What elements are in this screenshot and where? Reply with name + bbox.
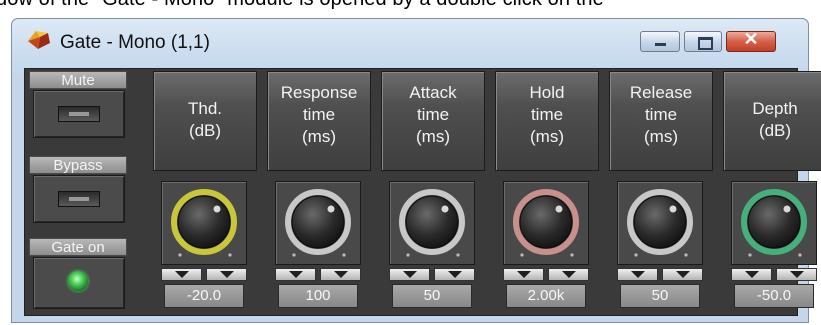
triangle-down-icon — [175, 271, 189, 278]
gate-on-label: Gate on — [29, 238, 127, 256]
maximize-icon — [698, 37, 713, 50]
step-arrows — [617, 268, 703, 281]
title-bar[interactable]: Gate - Mono (1,1) ✕ — [12, 19, 808, 69]
rotary-knob-icon — [399, 189, 465, 257]
value-field-response[interactable]: 100 — [278, 284, 358, 308]
header-line: Attack — [409, 83, 457, 102]
increment-button-hold[interactable] — [548, 268, 589, 281]
channel-thd: Thd. (dB) -20.0 — [151, 71, 259, 315]
close-button[interactable]: ✕ — [726, 29, 776, 52]
document-caption: dow of the "Gate - Mono" module is opene… — [0, 0, 604, 11]
header-line: (ms) — [530, 127, 564, 146]
header-line: time — [416, 105, 450, 124]
header-line: Release — [629, 83, 693, 102]
rotary-knob-icon — [513, 189, 579, 257]
decrement-button-attack[interactable] — [389, 268, 430, 281]
rotary-knob-icon — [627, 189, 693, 257]
triangle-down-icon — [517, 271, 531, 278]
rotary-knob-icon — [171, 189, 237, 257]
channel-header-thd: Thd. (dB) — [153, 71, 257, 171]
decrement-button-response[interactable] — [275, 268, 316, 281]
close-icon: ✕ — [743, 29, 759, 49]
header-line: Hold — [529, 83, 565, 102]
app-logo-icon — [28, 31, 50, 49]
header-line: Thd. — [187, 99, 223, 118]
mute-label: Mute — [29, 71, 127, 89]
channel-header-hold: Hold time (ms) — [495, 71, 599, 171]
header-line: time — [530, 105, 564, 124]
step-arrows — [275, 268, 361, 281]
channel-header-attack: Attack time (ms) — [381, 71, 485, 171]
header-line: time — [302, 105, 336, 124]
header-line: (ms) — [416, 127, 450, 146]
knob-depth[interactable] — [731, 181, 817, 265]
value-field-depth[interactable]: -50.0 — [734, 284, 814, 308]
triangle-down-icon — [334, 271, 348, 278]
increment-button-thd[interactable] — [206, 268, 247, 281]
mute-switch-icon — [58, 106, 100, 122]
header-line: (ms) — [302, 127, 336, 146]
decrement-button-release[interactable] — [617, 268, 658, 281]
header-line: (ms) — [644, 127, 678, 146]
triangle-down-icon — [289, 271, 303, 278]
decrement-button-depth[interactable] — [731, 268, 772, 281]
header-line: Depth — [752, 99, 798, 118]
channel-attack: Attack time (ms) 50 — [379, 71, 487, 315]
triangle-down-icon — [220, 271, 234, 278]
step-arrows — [503, 268, 589, 281]
triangle-down-icon — [403, 271, 417, 278]
step-arrows — [731, 268, 817, 281]
value-field-attack[interactable]: 50 — [392, 284, 472, 308]
header-line: (dB) — [758, 121, 792, 140]
header-line: (dB) — [188, 121, 222, 140]
minimize-icon — [655, 43, 666, 46]
decrement-button-hold[interactable] — [503, 268, 544, 281]
knob-attack[interactable] — [389, 181, 475, 265]
knob-hold[interactable] — [503, 181, 589, 265]
header-line: Response — [280, 83, 358, 102]
increment-button-response[interactable] — [320, 268, 361, 281]
bypass-label: Bypass — [29, 156, 127, 174]
value-field-thd[interactable]: -20.0 — [164, 284, 244, 308]
step-arrows — [161, 268, 247, 281]
maximize-button[interactable] — [684, 31, 722, 52]
header-line: time — [644, 105, 678, 124]
value-field-release[interactable]: 50 — [620, 284, 700, 308]
knob-thd[interactable] — [161, 181, 247, 265]
triangle-down-icon — [448, 271, 462, 278]
knob-release[interactable] — [617, 181, 703, 265]
triangle-down-icon — [562, 271, 576, 278]
gate-led-icon — [68, 271, 88, 291]
triangle-down-icon — [631, 271, 645, 278]
increment-button-attack[interactable] — [434, 268, 475, 281]
triangle-down-icon — [745, 271, 759, 278]
gate-on-indicator — [33, 257, 125, 309]
channel-response: Response time (ms) 100 — [265, 71, 373, 315]
increment-button-depth[interactable] — [776, 268, 817, 281]
gate-mono-window: Gate - Mono (1,1) ✕ Mute Bypass Gate on … — [11, 18, 821, 323]
rotary-knob-icon — [285, 189, 351, 257]
channel-release: Release time (ms) 50 — [607, 71, 715, 315]
window-title: Gate - Mono (1,1) — [60, 32, 210, 53]
knob-response[interactable] — [275, 181, 361, 265]
decrement-button-thd[interactable] — [161, 268, 202, 281]
rotary-knob-icon — [741, 189, 807, 257]
value-field-hold[interactable]: 2.00k — [506, 284, 586, 308]
channel-header-depth: Depth (dB) — [723, 71, 821, 171]
channel-depth: Depth (dB) -50.0 — [721, 71, 821, 315]
step-arrows — [389, 268, 475, 281]
triangle-down-icon — [676, 271, 690, 278]
channel-hold: Hold time (ms) 2.00k — [493, 71, 601, 315]
triangle-down-icon — [790, 271, 804, 278]
bypass-switch-icon — [58, 191, 100, 207]
mute-button[interactable] — [33, 90, 125, 138]
channel-header-release: Release time (ms) — [609, 71, 713, 171]
bypass-button[interactable] — [33, 175, 125, 223]
increment-button-release[interactable] — [662, 268, 703, 281]
gate-control-panel: Mute Bypass Gate on Thd. (dB) -20.0 Respons… — [24, 68, 821, 316]
channel-header-response: Response time (ms) — [267, 71, 371, 171]
minimize-button[interactable] — [640, 31, 680, 52]
